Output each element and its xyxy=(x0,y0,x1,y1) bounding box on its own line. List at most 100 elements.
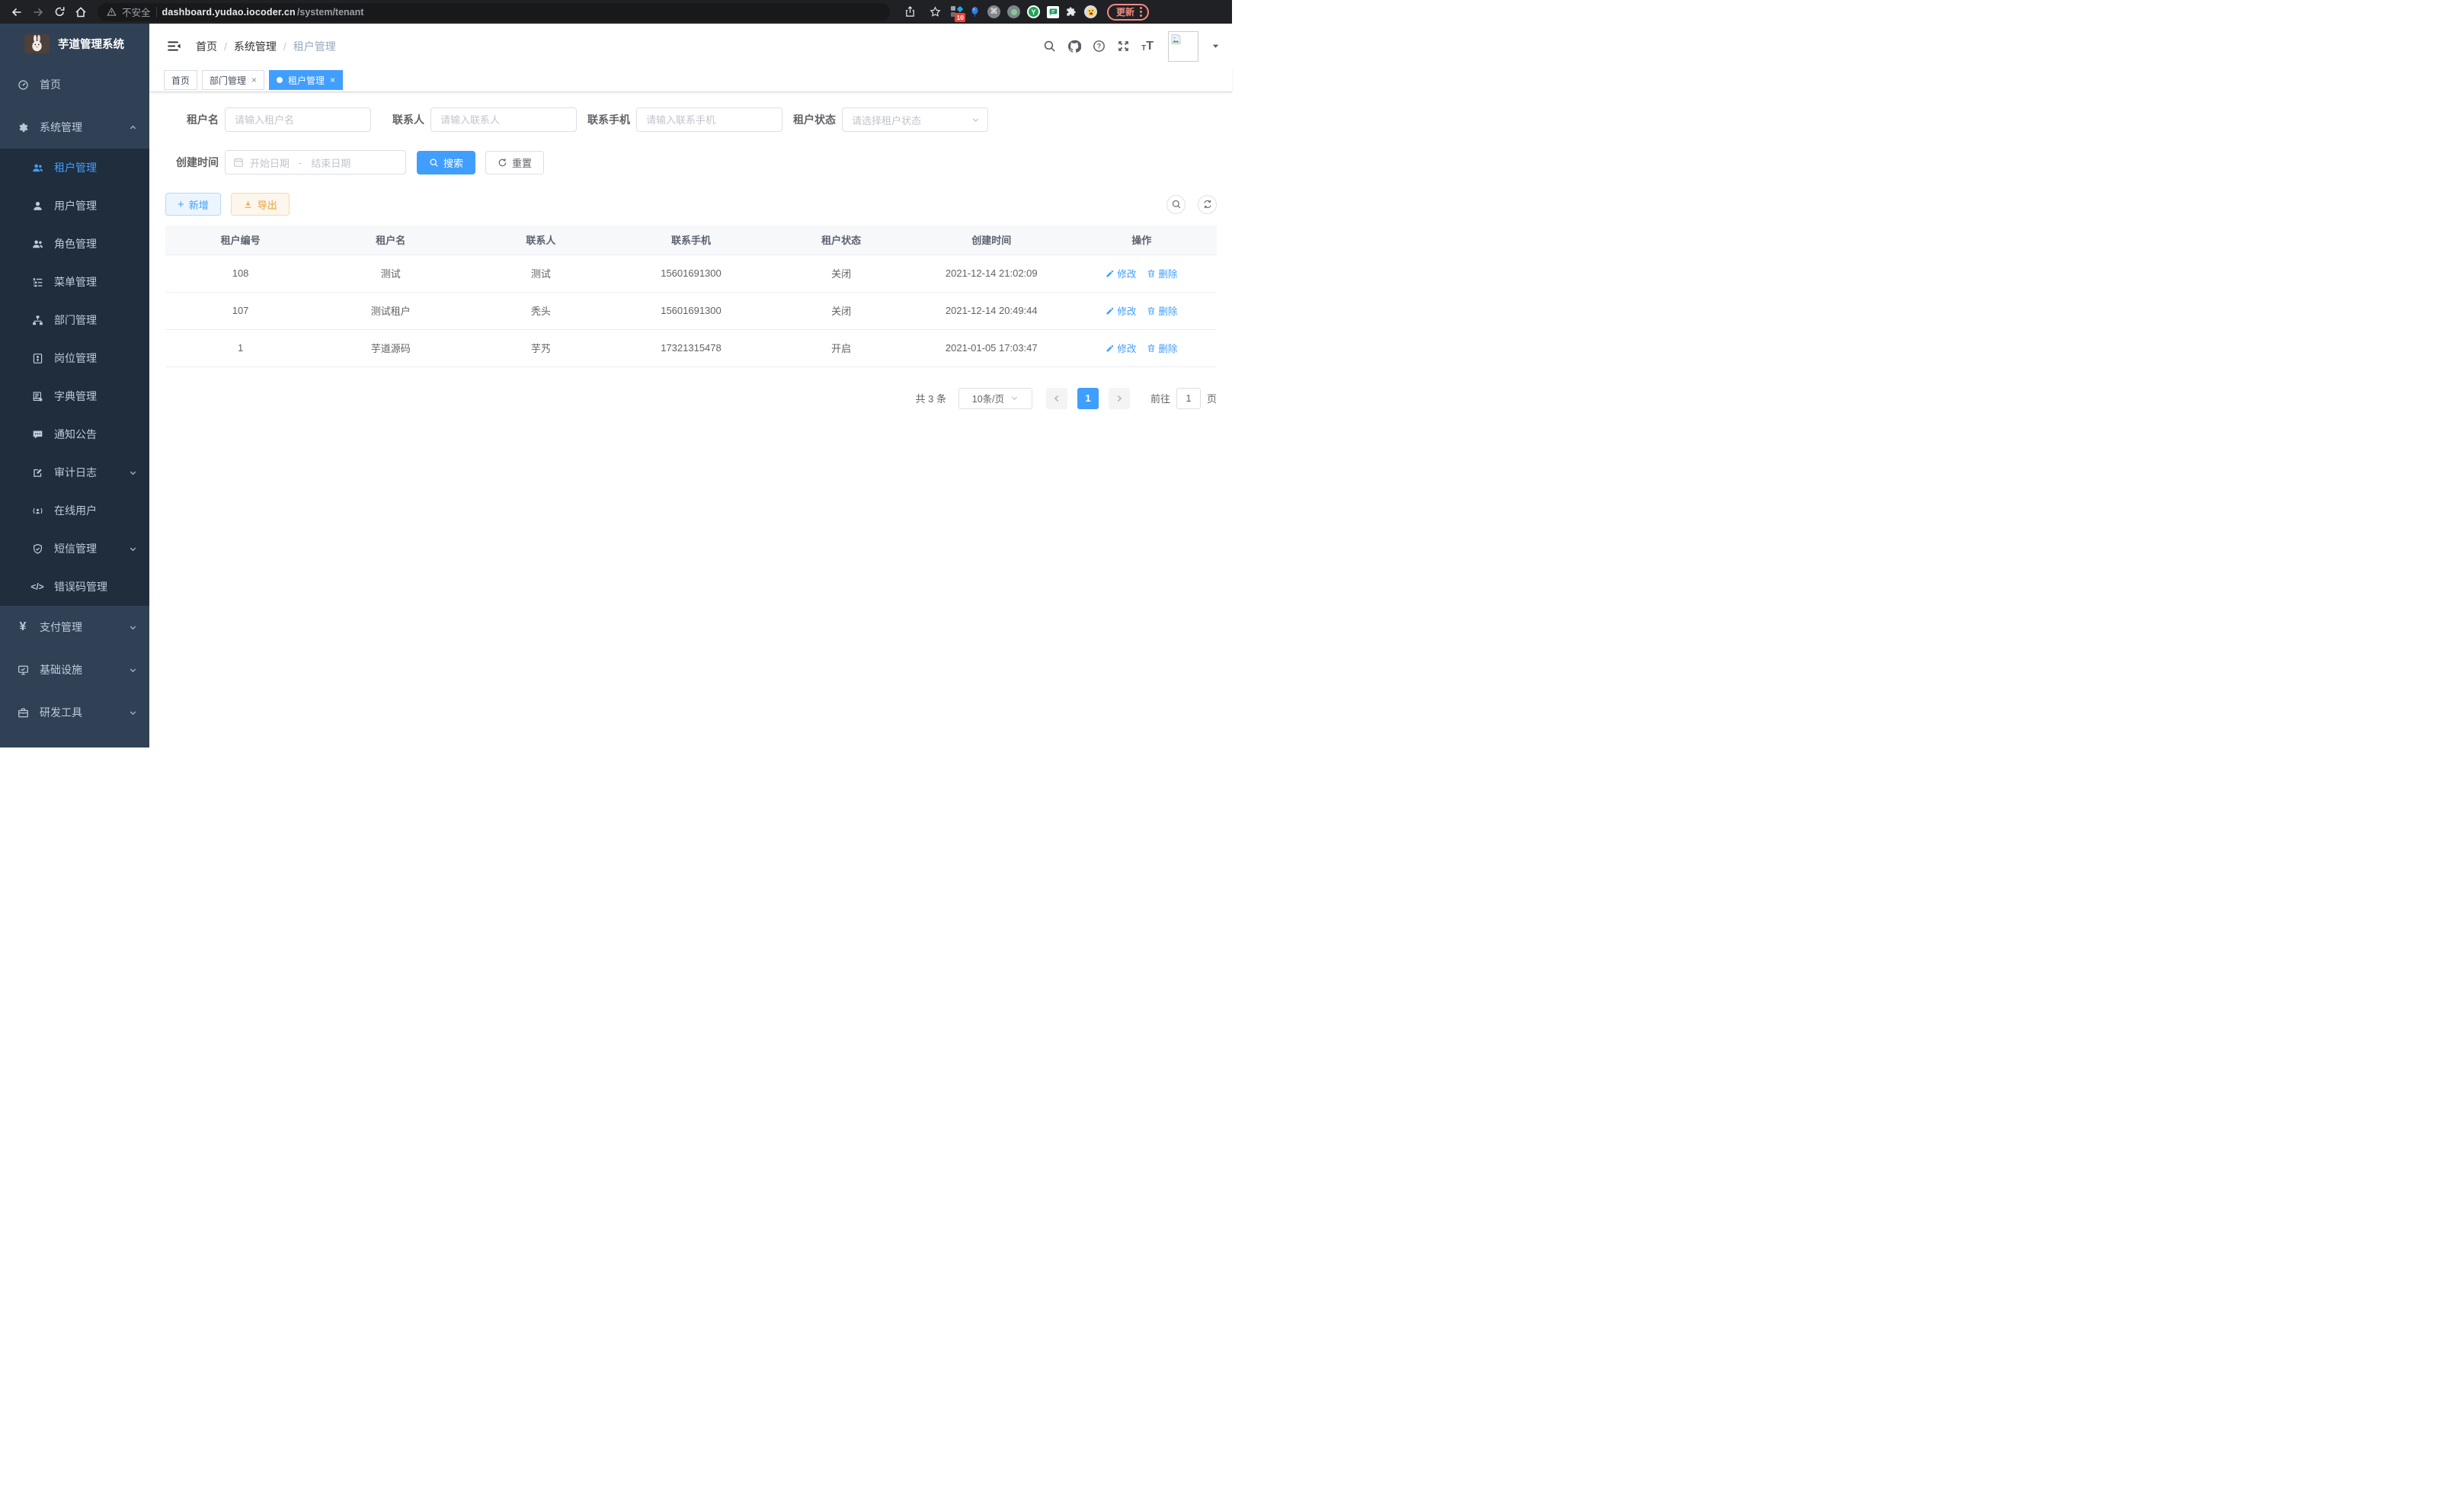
column-header: 租户状态 xyxy=(766,226,917,255)
tenant-name-input[interactable] xyxy=(225,107,371,132)
home-icon[interactable] xyxy=(72,3,90,21)
balloon-extension-icon[interactable] xyxy=(969,6,981,18)
status-select[interactable]: 请选择租户状态 xyxy=(842,107,988,132)
plus-icon: + xyxy=(178,199,184,210)
edit-row-button[interactable]: 修改 xyxy=(1106,266,1136,280)
next-page-button[interactable] xyxy=(1109,388,1130,409)
bookmark-star-icon[interactable] xyxy=(926,3,944,21)
edit-row-button[interactable]: 修改 xyxy=(1106,341,1136,355)
svg-text:?: ? xyxy=(1097,43,1102,50)
breadcrumb-system[interactable]: 系统管理 xyxy=(234,39,277,54)
reset-button[interactable]: 重置 xyxy=(485,151,544,174)
delete-row-button[interactable]: 删除 xyxy=(1147,266,1177,280)
search-button[interactable]: 搜索 xyxy=(417,151,475,174)
forward-icon[interactable] xyxy=(29,3,47,21)
sidebar-item-5[interactable]: 菜单管理 xyxy=(0,263,149,301)
table-refresh-icon[interactable] xyxy=(1198,195,1217,214)
sidebar-item-8[interactable]: 字典管理 xyxy=(0,377,149,415)
chevron-down-icon xyxy=(129,709,137,717)
chevron-down-icon xyxy=(971,116,980,124)
sidebar-collapse-icon[interactable] xyxy=(164,36,184,56)
sidebar: 芋道管理系统 首页系统管理租户管理用户管理角色管理菜单管理部门管理岗位管理字典管… xyxy=(0,24,149,748)
close-tab-icon[interactable]: × xyxy=(251,75,257,85)
sidebar-item-3[interactable]: 用户管理 xyxy=(0,187,149,225)
created-time-cell: 2021-01-05 17:03:47 xyxy=(917,329,1067,367)
search-icon[interactable] xyxy=(1043,40,1056,53)
delete-row-button[interactable]: 删除 xyxy=(1147,341,1177,355)
sidebar-item-12[interactable]: 短信管理 xyxy=(0,530,149,568)
add-button[interactable]: + 新增 xyxy=(165,193,221,216)
edit-pen-icon xyxy=(1106,344,1115,353)
export-button[interactable]: 导出 xyxy=(231,193,290,216)
chat-extension-icon[interactable] xyxy=(1047,6,1059,18)
sidebar-item-label: 首页 xyxy=(40,77,61,92)
y-logo-extension-icon[interactable]: Y xyxy=(1027,5,1040,18)
tenant-name-cell: 测试 xyxy=(315,255,466,292)
tags-view-bar: 首页 部门管理 × 租户管理 × xyxy=(149,69,1232,92)
chevron-down-icon xyxy=(129,623,137,632)
chrome-update-button[interactable]: 更新 xyxy=(1107,4,1149,21)
sidebar-item-14[interactable]: ¥支付管理 xyxy=(0,606,149,648)
back-icon[interactable] xyxy=(8,3,26,21)
calendar-icon xyxy=(233,157,244,168)
fullscreen-icon[interactable] xyxy=(1117,40,1130,53)
sidebar-menu: 首页系统管理租户管理用户管理角色管理菜单管理部门管理岗位管理字典管理通知公告审计… xyxy=(0,63,149,734)
sidebar-item-label: 短信管理 xyxy=(54,541,97,556)
sidebar-logo-row[interactable]: 芋道管理系统 xyxy=(0,24,149,63)
sidebar-item-4[interactable]: 角色管理 xyxy=(0,225,149,263)
table-row: 108测试测试15601691300关闭2021-12-14 21:02:09修… xyxy=(165,255,1217,292)
extension-badge: 10 xyxy=(955,13,965,22)
create-time-range-picker[interactable]: 开始日期 - 结束日期 xyxy=(225,150,406,174)
github-icon[interactable] xyxy=(1067,40,1081,53)
address-bar[interactable]: 不安全 dashboard.yudao.iocoder.cn/system/te… xyxy=(98,3,890,21)
chevron-up-icon xyxy=(129,123,137,132)
tab-dept-management[interactable]: 部门管理 × xyxy=(202,70,264,90)
table-search-toggle-icon[interactable] xyxy=(1166,195,1186,214)
chrome-menu-icon[interactable] xyxy=(1140,7,1142,17)
sidebar-item-7[interactable]: 岗位管理 xyxy=(0,339,149,377)
font-size-icon[interactable]: TT xyxy=(1141,40,1154,53)
sidebar-item-13[interactable]: </>错误码管理 xyxy=(0,568,149,606)
download-icon xyxy=(243,200,253,210)
sidebar-item-label: 通知公告 xyxy=(54,427,97,442)
goto-page-input[interactable] xyxy=(1176,388,1201,409)
edit-row-button[interactable]: 修改 xyxy=(1106,303,1136,318)
mobile-input[interactable] xyxy=(636,107,782,132)
close-tab-icon[interactable]: × xyxy=(330,75,335,85)
status-cell: 关闭 xyxy=(766,292,917,329)
sidebar-item-16[interactable]: 研发工具 xyxy=(0,691,149,734)
mobile-cell: 15601691300 xyxy=(616,255,766,292)
sidebar-item-11[interactable]: 在线用户 xyxy=(0,491,149,530)
help-icon[interactable]: ? xyxy=(1093,40,1106,53)
breadcrumb-home[interactable]: 首页 xyxy=(196,39,217,54)
address-divider xyxy=(156,7,157,18)
sidebar-item-label: 字典管理 xyxy=(54,389,97,404)
delete-row-button[interactable]: 删除 xyxy=(1147,303,1177,318)
puzzle-extensions-menu-icon[interactable] xyxy=(1066,6,1077,18)
record-dot-extension-icon[interactable] xyxy=(1007,5,1020,18)
page-size-select[interactable]: 10条/页 xyxy=(958,388,1032,409)
page-number-button[interactable]: 1 xyxy=(1077,388,1099,409)
sidebar-item-6[interactable]: 部门管理 xyxy=(0,301,149,339)
avatar-dropdown-icon[interactable] xyxy=(1211,42,1220,50)
share-icon[interactable] xyxy=(901,3,919,21)
create-time-label: 创建时间 xyxy=(165,155,219,170)
sidebar-item-0[interactable]: 首页 xyxy=(0,63,149,106)
reload-icon[interactable] xyxy=(50,3,69,21)
tab-tenant-management[interactable]: 租户管理 × xyxy=(269,70,343,90)
command-extension-icon[interactable]: ⌘ xyxy=(987,5,1000,18)
contact-input[interactable] xyxy=(430,107,577,132)
sidebar-item-15[interactable]: 基础设施 xyxy=(0,648,149,691)
colored-grid-extension-icon[interactable]: 10 xyxy=(951,6,962,18)
sidebar-item-2[interactable]: 租户管理 xyxy=(0,149,149,187)
avatar[interactable] xyxy=(1168,31,1198,62)
sidebar-item-10[interactable]: 审计日志 xyxy=(0,453,149,491)
emoji-profile-icon[interactable] xyxy=(1084,5,1097,18)
dict-icon xyxy=(31,391,43,402)
end-date-placeholder: 结束日期 xyxy=(311,155,350,170)
tab-home[interactable]: 首页 xyxy=(164,70,197,90)
sidebar-item-1[interactable]: 系统管理 xyxy=(0,106,149,149)
sidebar-item-9[interactable]: 通知公告 xyxy=(0,415,149,453)
column-header: 租户名 xyxy=(315,226,466,255)
prev-page-button[interactable] xyxy=(1046,388,1067,409)
